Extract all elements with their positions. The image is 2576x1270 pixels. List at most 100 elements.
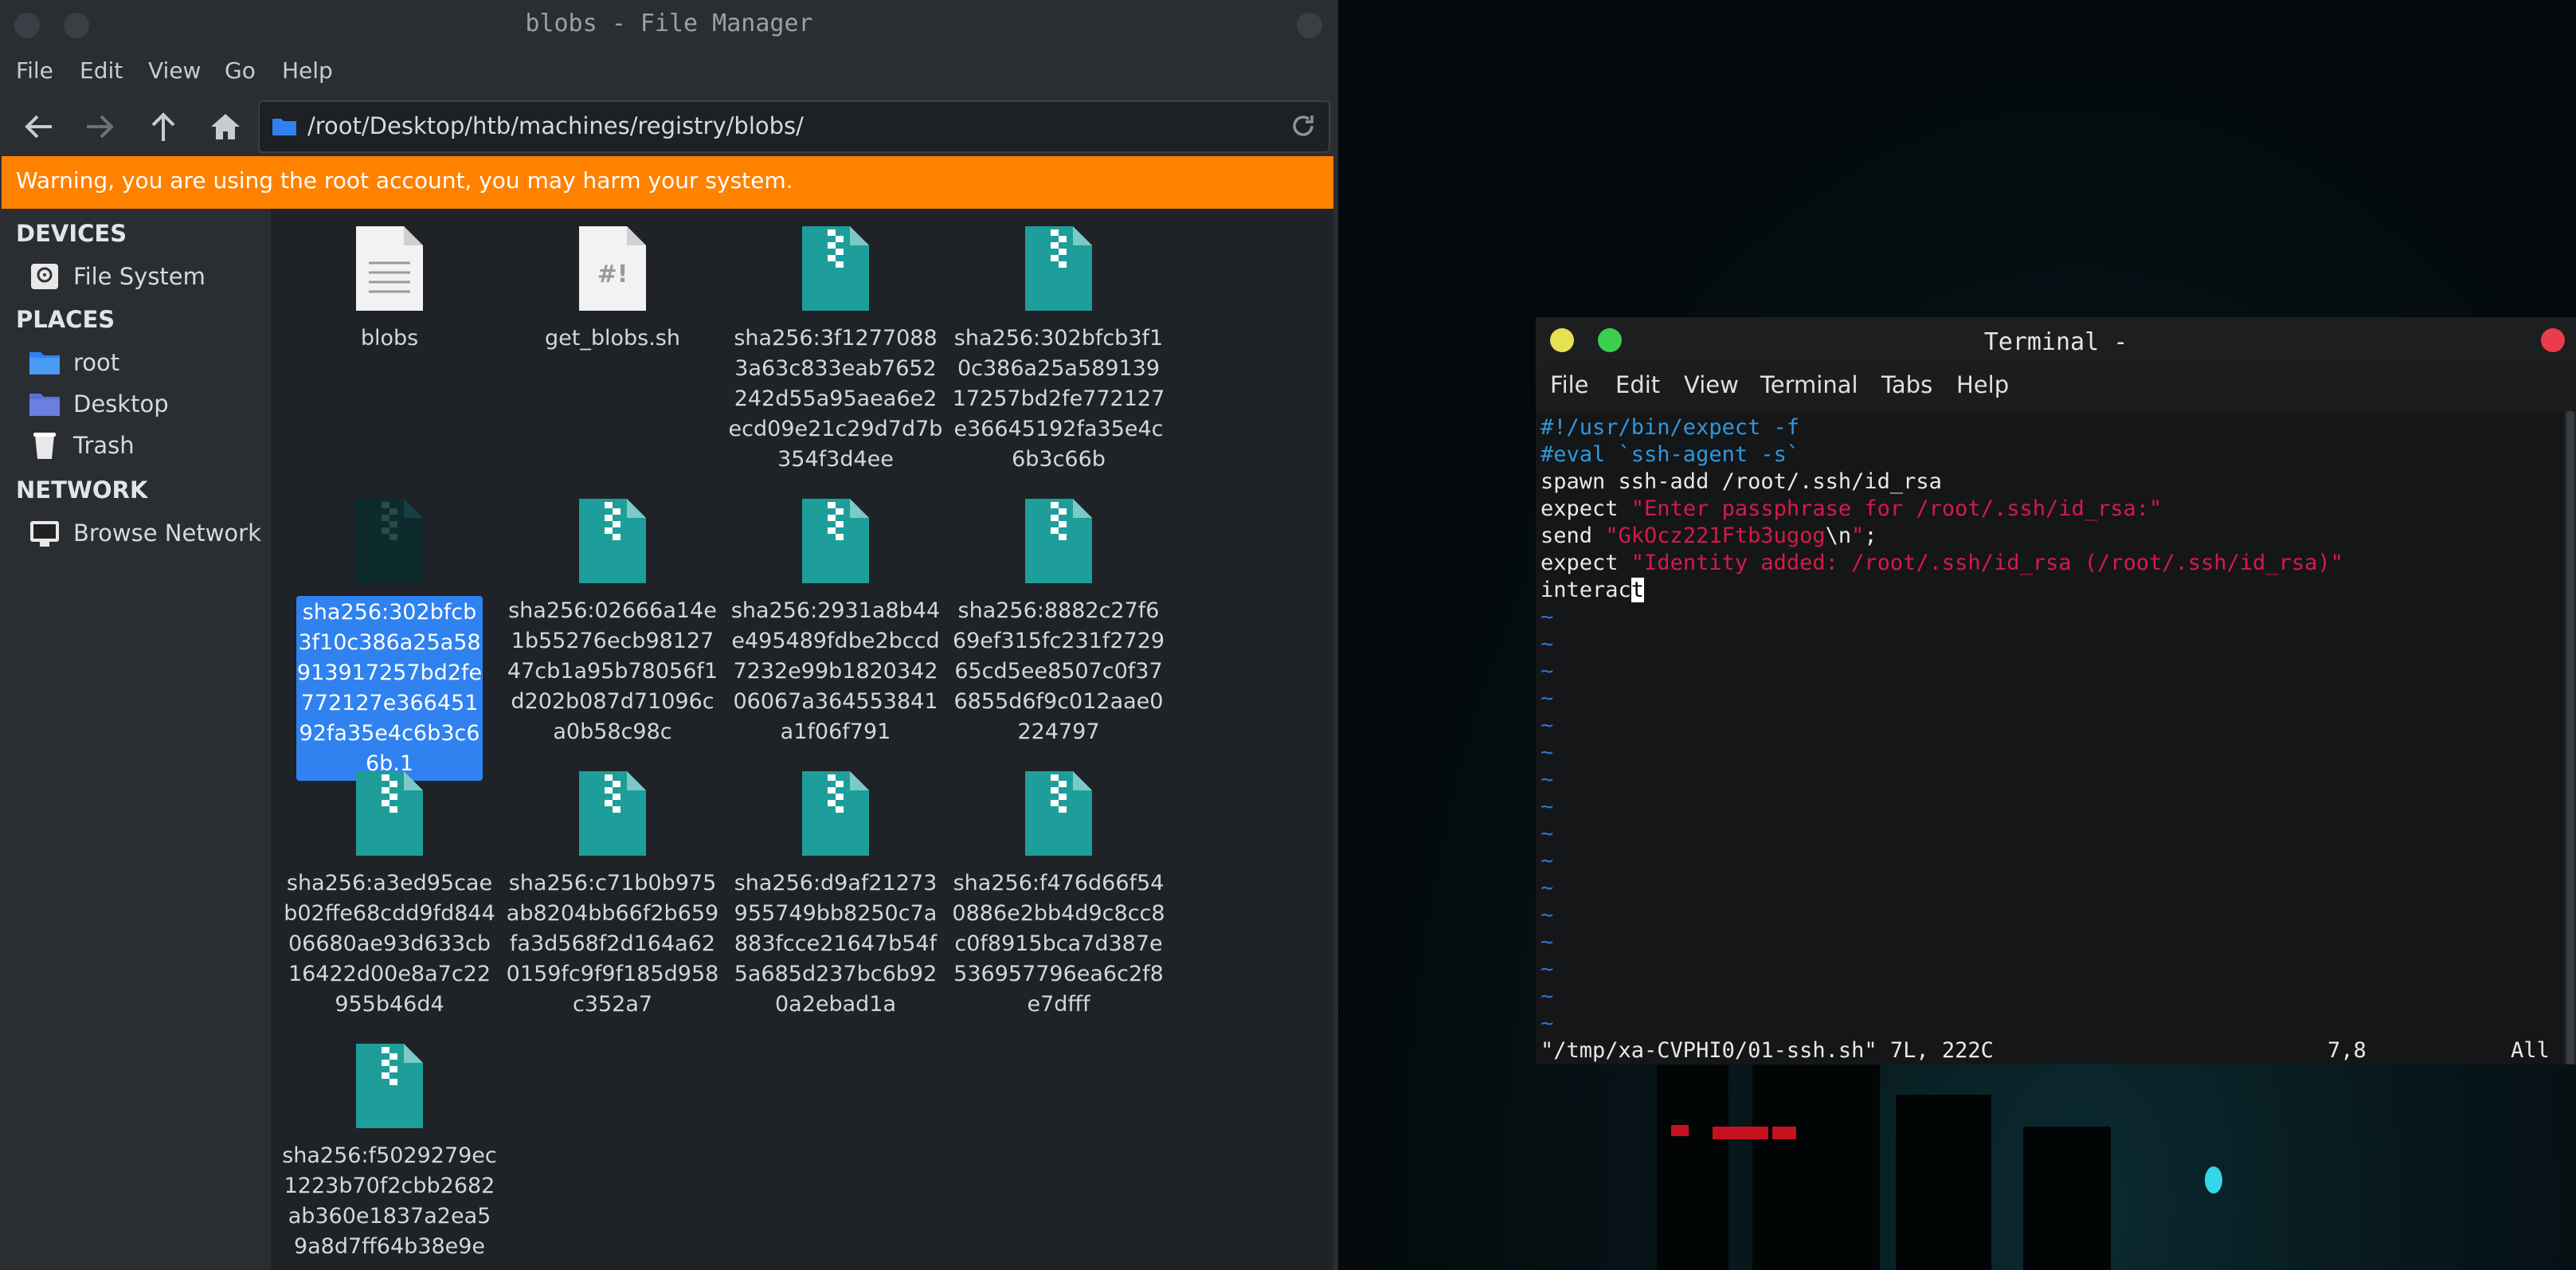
- root-warning-banner: Warning, you are using the root account,…: [2, 156, 1333, 209]
- arrow-up-icon: [151, 112, 175, 141]
- empty-line-tilde: ~: [1541, 605, 1554, 629]
- code-token: send: [1541, 523, 1606, 548]
- up-button[interactable]: [143, 107, 183, 147]
- folder-icon: [272, 119, 296, 135]
- wallpaper-building: [2023, 1127, 2111, 1270]
- file-name: blobs: [360, 326, 419, 351]
- location-path[interactable]: /root/Desktop/htb/machines/registry/blob…: [307, 112, 804, 139]
- empty-line-tilde: ~: [1541, 767, 1554, 792]
- forward-button[interactable]: [80, 107, 119, 147]
- empty-line-tilde: ~: [1541, 713, 1554, 738]
- vim-editor-buffer[interactable]: #!/usr/bin/expect -f #eval `ssh-agent -s`…: [1536, 411, 2563, 1064]
- wallpaper-light: [1713, 1127, 1768, 1139]
- archive-file-icon: [1025, 771, 1092, 856]
- code-token: interac: [1541, 578, 1631, 602]
- wallpaper-light: [1671, 1125, 1689, 1136]
- file-name: sha256:02666a14e1b55276ecb9812747cb1a95b…: [507, 598, 718, 744]
- empty-line-tilde: ~: [1541, 821, 1554, 846]
- archive-file-icon: [356, 499, 423, 583]
- file-name: sha256:f5029279ec1223b70f2cbb2682ab360e1…: [282, 1143, 497, 1259]
- archive-file-icon: [802, 226, 869, 311]
- file-name: sha256:302bfcb3f10c386a25a58913917257bd2…: [296, 596, 483, 781]
- code-token: #!/usr/bin/expect -f: [1541, 415, 1800, 440]
- terminal-menubar: File Edit View Terminal Tabs Help: [1536, 370, 2576, 406]
- empty-line-tilde: ~: [1541, 984, 1554, 1009]
- svg-text:#!: #!: [597, 261, 628, 288]
- empty-line-tilde: ~: [1541, 849, 1554, 873]
- archive-file-icon: [579, 499, 646, 583]
- menu-edit[interactable]: Edit: [80, 57, 123, 84]
- sidebar-item-label: Desktop: [73, 390, 169, 417]
- warning-text: Warning, you are using the root account,…: [16, 167, 793, 194]
- scrollbar-thumb[interactable]: [2566, 411, 2574, 1064]
- terminal-menu-edit[interactable]: Edit: [1615, 371, 1660, 398]
- archive-file-icon: [579, 771, 646, 856]
- empty-line-tilde: ~: [1541, 659, 1554, 684]
- location-bar[interactable]: /root/Desktop/htb/machines/registry/blob…: [258, 100, 1330, 153]
- file-name: sha256:f476d66f540886e2bb4d9c8cc8c0f8915…: [952, 871, 1165, 1017]
- home-folder-icon: [29, 352, 60, 374]
- arrow-left-icon: [25, 115, 52, 139]
- archive-file-icon: [802, 771, 869, 856]
- file-name: sha256:a3ed95caeb02ffe68cdd9fd84406680ae…: [284, 871, 495, 1017]
- code-line: expect "Identity added: /root/.ssh/id_rs…: [1541, 550, 2343, 577]
- file-name: sha256:c71b0b975ab8204bb66f2b659fa3d568f…: [506, 871, 719, 1017]
- file-name: sha256:8882c27f669ef315fc231f272965cd5ee…: [952, 598, 1165, 744]
- back-button[interactable]: [19, 107, 59, 147]
- file-name: sha256:d9af21273955749bb8250c7a883fcce21…: [734, 871, 938, 1017]
- wallpaper-building: [1752, 1031, 1880, 1270]
- code-token: expect: [1541, 496, 1631, 521]
- text-file-icon: [356, 226, 423, 311]
- code-line: spawn ssh-add /root/.ssh/id_rsa: [1541, 468, 1942, 496]
- sidebar-item-label: Browse Network: [73, 519, 261, 547]
- home-button[interactable]: [206, 107, 245, 147]
- empty-line-tilde: ~: [1541, 632, 1554, 657]
- arrow-right-icon: [87, 115, 114, 139]
- hard-drive-icon: [31, 264, 58, 289]
- empty-line-tilde: ~: [1541, 903, 1554, 927]
- code-token: ;: [1864, 523, 1877, 548]
- archive-file-icon: [1025, 499, 1092, 583]
- terminal-scrollbar[interactable]: [2565, 411, 2576, 1064]
- terminal-window: Terminal - File Edit View Terminal Tabs …: [1536, 317, 2576, 1064]
- archive-file-icon: [356, 1044, 423, 1128]
- menu-file[interactable]: File: [16, 57, 53, 84]
- terminal-menu-help[interactable]: Help: [1956, 371, 2009, 398]
- sidebar-item-label: Trash: [73, 432, 135, 459]
- vim-status-file: "/tmp/xa-CVPHI0/01-ssh.sh" 7L, 222C: [1541, 1038, 1994, 1063]
- archive-file-icon: [1025, 226, 1092, 311]
- code-token: \n: [1825, 523, 1852, 548]
- sidebar-heading-devices: DEVICES: [16, 220, 127, 247]
- menu-help[interactable]: Help: [282, 57, 333, 84]
- terminal-title: Terminal -: [1983, 328, 2128, 356]
- wallpaper-building: [1896, 1095, 1991, 1270]
- text-cursor: t: [1631, 578, 1645, 602]
- archive-file-icon: [356, 771, 423, 856]
- file-name: sha256:2931a8b44e495489fdbe2bccd7232e99b…: [730, 598, 941, 744]
- desktop-folder-icon: [29, 394, 60, 416]
- wallpaper-light: [1772, 1127, 1796, 1139]
- vim-status-position: 7,8: [2327, 1038, 2367, 1063]
- terminal-menu-view[interactable]: View: [1684, 371, 1739, 398]
- terminal-titlebar: Terminal -: [1536, 317, 2576, 365]
- file-name: get_blobs.sh: [545, 326, 680, 351]
- terminal-menu-terminal[interactable]: Terminal: [1760, 371, 1858, 398]
- sidebar-heading-network: NETWORK: [16, 476, 148, 504]
- code-token: spawn ssh-add /root/.ssh/id_rsa: [1541, 469, 1942, 494]
- vim-status-scroll: All: [2511, 1038, 2550, 1063]
- sidebar-item-label: File System: [73, 263, 206, 290]
- terminal-menu-tabs[interactable]: Tabs: [1881, 371, 1932, 398]
- sidebar-item-label: root: [73, 349, 120, 376]
- fm-menubar: File Edit View Go Help: [0, 56, 1338, 92]
- trash-icon: [33, 433, 56, 459]
- code-token: expect: [1541, 551, 1631, 575]
- file-manager-window: blobs - File Manager File Edit View Go H…: [0, 0, 1338, 1270]
- code-line: #eval `ssh-agent -s`: [1541, 441, 1799, 468]
- menu-go[interactable]: Go: [225, 57, 256, 84]
- terminal-menu-file[interactable]: File: [1550, 371, 1589, 398]
- reload-icon[interactable]: [1289, 112, 1317, 140]
- menu-view[interactable]: View: [148, 57, 201, 84]
- sidebar: DEVICES File System PLACES root Desktop …: [0, 209, 272, 1270]
- code-line: send "GkOcz221Ftb3ugog\n";: [1541, 523, 1877, 550]
- fm-titlebar: blobs - File Manager: [0, 0, 1338, 53]
